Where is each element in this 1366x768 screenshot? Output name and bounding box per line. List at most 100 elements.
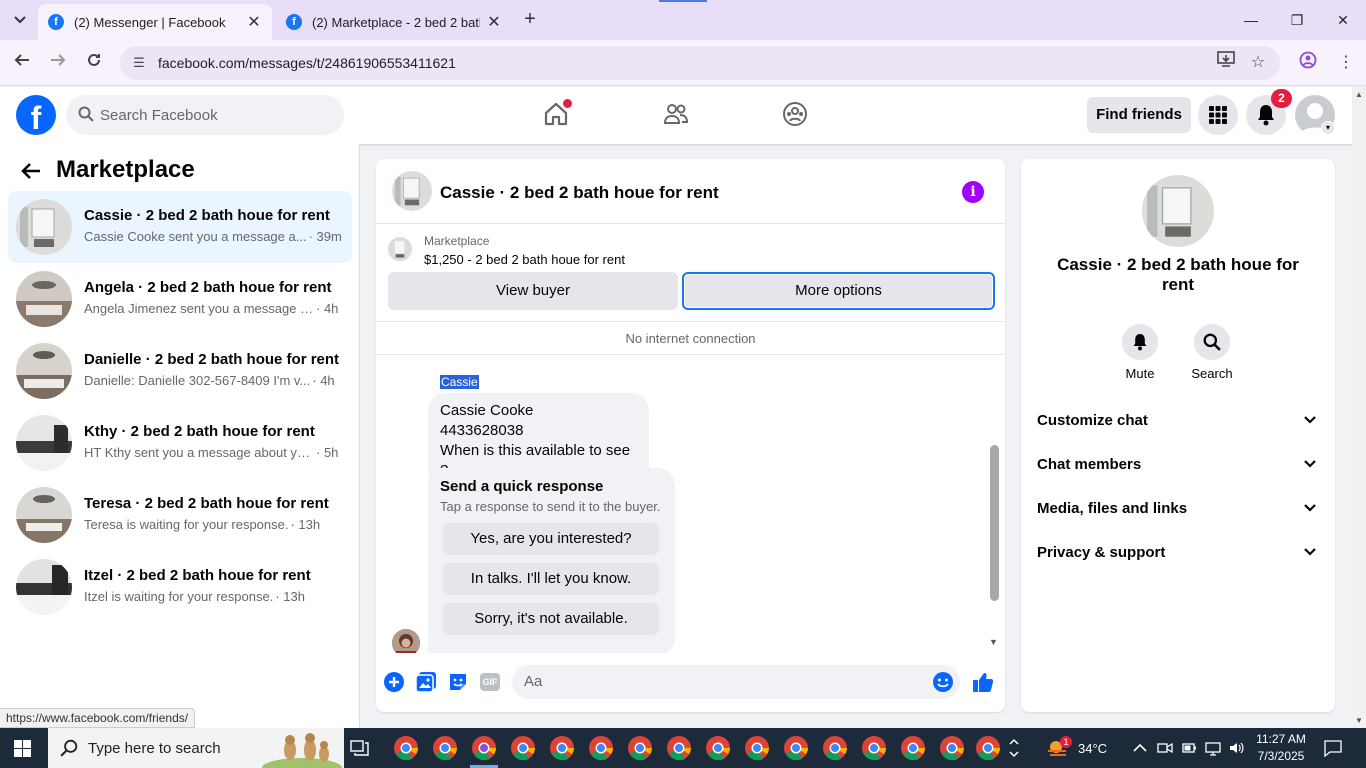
quick-response-card: Send a quick response Tap a response to … (428, 468, 675, 653)
temperature: 34°C (1078, 740, 1108, 756)
chrome-taskbar-icon[interactable] (821, 734, 849, 762)
chrome-taskbar-icon[interactable] (974, 734, 1002, 762)
quick-response-heading: Send a quick response (440, 478, 604, 495)
battery-icon[interactable] (1181, 728, 1197, 768)
scroll-down-arrow-icon[interactable]: ▼ (1355, 716, 1363, 725)
conversation-item[interactable]: Kthy · 2 bed 2 bath houe for rent HT Kth… (8, 407, 352, 479)
conversation-item[interactable]: Teresa · 2 bed 2 bath houe for rent Tere… (8, 479, 352, 551)
install-app-icon[interactable] (1214, 51, 1238, 75)
quick-response-option[interactable]: In talks. I'll let you know. (443, 563, 659, 595)
view-buyer-button[interactable]: View buyer (388, 272, 678, 310)
menu-grid-button[interactable] (1198, 95, 1238, 135)
chrome-taskbar-icon[interactable] (899, 734, 927, 762)
groups-icon[interactable] (780, 99, 810, 129)
conversation-item[interactable]: Angela · 2 bed 2 bath houe for rent Ange… (8, 263, 352, 335)
page-scrollbar[interactable]: ▲ ▼ (1352, 87, 1366, 728)
conversation-item[interactable]: Danielle · 2 bed 2 bath houe for rent Da… (8, 335, 352, 407)
chat-header: Cassie · 2 bed 2 bath houe for rent i (376, 159, 1005, 224)
back-arrow-icon[interactable] (20, 160, 44, 184)
taskbar-overflow-icon[interactable] (1008, 728, 1020, 768)
chat-avatar[interactable] (392, 171, 432, 211)
media-files-links-section[interactable]: Media, files and links (1029, 489, 1327, 529)
chrome-taskbar-icon[interactable] (704, 734, 732, 762)
windows-start-icon[interactable] (14, 740, 31, 757)
task-view-icon[interactable] (350, 738, 370, 758)
customize-chat-section[interactable]: Customize chat (1029, 401, 1327, 441)
chrome-taskbar-icon[interactable] (509, 734, 537, 762)
tab-search-button[interactable] (8, 8, 32, 32)
chrome-taskbar-icon-active[interactable] (470, 734, 498, 762)
chrome-taskbar-icon[interactable] (665, 734, 693, 762)
chrome-taskbar-icon[interactable] (743, 734, 771, 762)
chrome-taskbar-icon[interactable] (782, 734, 810, 762)
thread-scrollbar-thumb[interactable] (990, 445, 999, 601)
message-input[interactable]: Aa (512, 665, 960, 699)
chat-title[interactable]: Cassie · 2 bed 2 bath houe for rent (440, 183, 719, 203)
search-conversation-button[interactable]: Search (1182, 324, 1242, 381)
windows-taskbar: Type here to search 1 34°C 11:27 AM 7/3/… (0, 728, 1366, 768)
scroll-down-arrow-icon[interactable]: ▼ (989, 637, 998, 647)
kebab-menu-icon[interactable]: ⋮ (1334, 51, 1358, 75)
emoji-icon[interactable] (932, 671, 954, 693)
new-tab-button[interactable]: + (518, 8, 542, 32)
section-label: Media, files and links (1037, 500, 1188, 517)
sender-avatar (392, 629, 420, 653)
taskbar-search-input[interactable]: Type here to search (48, 728, 344, 768)
weather-widget[interactable]: 1 34°C (1046, 728, 1107, 768)
chrome-taskbar-icon[interactable] (626, 734, 654, 762)
volume-icon[interactable] (1228, 728, 1244, 768)
chrome-taskbar-icon[interactable] (431, 734, 459, 762)
browser-tab-marketplace[interactable]: f (2) Marketplace - 2 bed 2 bath ✕ (276, 4, 512, 40)
clock-date: 7/3/2025 (1257, 749, 1305, 763)
chrome-taskbar-icon[interactable] (392, 734, 420, 762)
facebook-logo-icon[interactable]: f (16, 95, 56, 135)
friends-icon[interactable] (661, 99, 691, 129)
system-clock[interactable]: 11:27 AM 7/3/2025 (1248, 731, 1314, 765)
quick-response-option[interactable]: Sorry, it's not available. (443, 603, 659, 635)
privacy-support-section[interactable]: Privacy & support (1029, 533, 1327, 573)
chrome-taskbar-icon[interactable] (548, 734, 576, 762)
site-info-icon[interactable]: ☰ (130, 54, 148, 72)
chrome-taskbar-icon[interactable] (860, 734, 888, 762)
close-tab-icon[interactable]: ✕ (246, 12, 262, 32)
bookmark-star-icon[interactable]: ☆ (1246, 51, 1270, 75)
network-icon[interactable] (1205, 728, 1221, 768)
close-window-button[interactable]: ✕ (1320, 0, 1366, 40)
url-field[interactable]: ☰ facebook.com/messages/t/24861906553411… (120, 46, 1280, 80)
show-hidden-icons-chevron-icon[interactable] (1133, 728, 1147, 768)
quick-response-subtitle: Tap a response to send it to the buyer. (440, 499, 661, 514)
conversation-item[interactable]: Cassie · 2 bed 2 bath houe for rent Cass… (8, 191, 352, 263)
chrome-taskbar-icon[interactable] (587, 734, 615, 762)
contact-avatar[interactable] (1142, 175, 1214, 247)
plus-circle-icon[interactable] (383, 671, 405, 693)
chat-members-section[interactable]: Chat members (1029, 445, 1327, 485)
forward-button[interactable] (46, 51, 70, 75)
conversation-snippet: Itzel is waiting for your response. (84, 589, 274, 604)
conversation-item[interactable]: Itzel · 2 bed 2 bath houe for rent Itzel… (8, 551, 352, 623)
thumbs-up-icon[interactable] (972, 671, 994, 693)
browser-tab-messenger[interactable]: f (2) Messenger | Facebook ✕ (38, 4, 272, 40)
restore-button[interactable]: ❐ (1274, 0, 1320, 40)
find-friends-button[interactable]: Find friends (1087, 97, 1191, 133)
minimize-button[interactable]: — (1228, 0, 1274, 40)
photo-icon[interactable] (415, 671, 437, 693)
listing-summary[interactable]: Marketplace $1,250 - 2 bed 2 bath houe f… (376, 225, 1005, 275)
message-thread[interactable]: Cassie Cassie Cooke 4433628038 When is t… (376, 355, 1005, 653)
sticker-icon[interactable] (447, 671, 469, 693)
notification-center-icon[interactable] (1324, 728, 1342, 768)
close-tab-icon[interactable]: ✕ (486, 12, 502, 32)
reload-button[interactable] (82, 51, 106, 75)
more-options-button[interactable]: More options (682, 272, 995, 310)
info-icon[interactable]: i (962, 181, 984, 203)
meet-now-icon[interactable] (1157, 728, 1173, 768)
taskbar-search-placeholder: Type here to search (88, 739, 221, 757)
facebook-search-input[interactable]: Search Facebook (66, 95, 344, 135)
scroll-up-arrow-icon[interactable]: ▲ (1355, 90, 1363, 99)
chrome-taskbar-icon[interactable] (938, 734, 966, 762)
gif-icon[interactable]: GIF (479, 671, 501, 693)
account-chevron-icon[interactable]: ▾ (1321, 121, 1335, 135)
profile-icon[interactable] (1296, 51, 1320, 75)
quick-response-option[interactable]: Yes, are you interested? (443, 523, 659, 555)
back-button[interactable] (10, 51, 34, 75)
mute-button[interactable]: Mute (1110, 324, 1170, 381)
